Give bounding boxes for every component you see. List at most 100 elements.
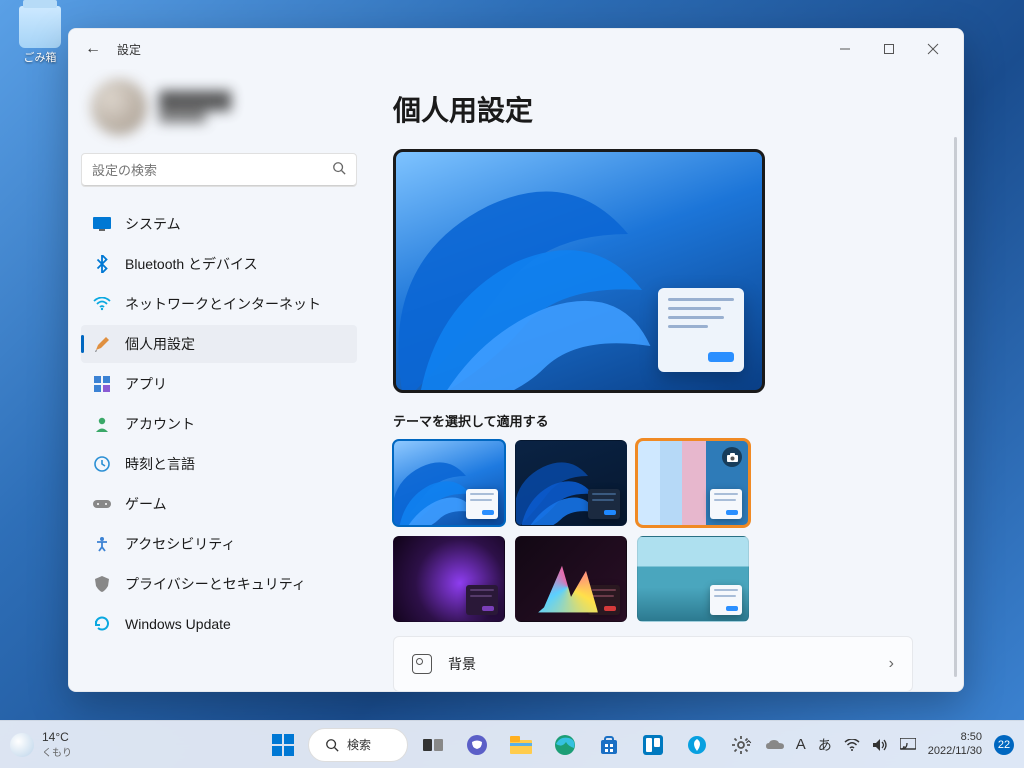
- account-icon: [93, 415, 111, 433]
- background-row[interactable]: 背景 ›: [393, 636, 913, 691]
- page-title: 個人用設定: [393, 89, 923, 129]
- search-icon: [325, 738, 339, 752]
- update-icon: [93, 615, 111, 633]
- taskbar: 14°C くもり 検索 ⌃ A あ 8:50 2022/11/30 22: [0, 720, 1024, 768]
- wallpaper-swirl-icon: [393, 150, 676, 393]
- sidebar-item-label: ゲーム: [125, 494, 167, 514]
- theme-option-4[interactable]: [393, 536, 505, 622]
- sidebar-item-network[interactable]: ネットワークとインターネット: [81, 285, 357, 323]
- wifi-icon: [93, 295, 111, 313]
- preview-window-mock: [658, 288, 744, 372]
- avatar: [91, 79, 147, 135]
- user-email: ██████: [159, 111, 231, 123]
- taskbar-app-explorer[interactable]: [502, 726, 540, 764]
- taskbar-app-chat[interactable]: [458, 726, 496, 764]
- tray-ime-mode-icon[interactable]: あ: [818, 735, 832, 755]
- tray-onedrive-icon[interactable]: [766, 739, 784, 751]
- taskbar-app-store[interactable]: [590, 726, 628, 764]
- taskbar-center: 検索: [264, 726, 760, 764]
- minimize-button[interactable]: [823, 33, 867, 65]
- taskbar-clock[interactable]: 8:50 2022/11/30: [928, 731, 982, 757]
- tray-wifi-icon[interactable]: [844, 739, 860, 751]
- taskbar-app-2[interactable]: [678, 726, 716, 764]
- bluetooth-icon: [93, 255, 111, 273]
- taskbar-app-1[interactable]: [634, 726, 672, 764]
- recycle-bin-icon: [19, 6, 61, 48]
- sidebar-item-label: ネットワークとインターネット: [125, 294, 321, 314]
- sidebar-item-time[interactable]: 時刻と言語: [81, 445, 357, 483]
- taskbar-search[interactable]: 検索: [308, 728, 408, 762]
- theme-section-label: テーマを選択して適用する: [393, 411, 923, 430]
- theme-option-1[interactable]: [393, 440, 505, 526]
- settings-window: ← 設定 ██████ ██████ システム Bluet: [68, 28, 964, 692]
- start-button[interactable]: [264, 726, 302, 764]
- titlebar: ← 設定: [69, 29, 963, 69]
- theme-preview: [393, 149, 765, 393]
- sidebar-item-bluetooth[interactable]: Bluetooth とデバイス: [81, 245, 357, 283]
- system-tray: ⌃ A あ 8:50 2022/11/30 22: [744, 731, 1014, 757]
- sidebar-item-label: プライバシーとセキュリティ: [125, 574, 306, 594]
- sidebar-item-update[interactable]: Windows Update: [81, 605, 357, 643]
- sidebar-item-apps[interactable]: アプリ: [81, 365, 357, 403]
- desktop-recycle-bin[interactable]: ごみ箱: [10, 6, 70, 65]
- taskbar-app-settings[interactable]: [722, 726, 760, 764]
- weather-widget[interactable]: 14°C くもり: [10, 730, 72, 759]
- weather-temp: 14°C: [42, 730, 72, 744]
- back-button[interactable]: ←: [77, 33, 109, 65]
- apps-icon: [93, 375, 111, 393]
- sidebar-item-privacy[interactable]: プライバシーとセキュリティ: [81, 565, 357, 603]
- sidebar-item-label: Bluetooth とデバイス: [125, 254, 258, 274]
- sidebar-item-gaming[interactable]: ゲーム: [81, 485, 357, 523]
- system-icon: [93, 215, 111, 233]
- clock-date: 2022/11/30: [928, 745, 982, 758]
- shield-icon: [93, 575, 111, 593]
- tray-volume-icon[interactable]: [872, 738, 888, 752]
- sidebar-item-personalization[interactable]: 個人用設定: [81, 325, 357, 363]
- sidebar-item-label: アクセシビリティ: [125, 534, 235, 554]
- accessibility-icon: [93, 535, 111, 553]
- user-profile[interactable]: ██████ ██████: [81, 69, 357, 153]
- sidebar: ██████ ██████ システム Bluetooth とデバイス ネットワー…: [69, 69, 369, 691]
- sidebar-item-label: 個人用設定: [125, 334, 195, 354]
- sidebar-item-accessibility[interactable]: アクセシビリティ: [81, 525, 357, 563]
- notification-badge[interactable]: 22: [994, 735, 1014, 755]
- content: 個人用設定 テーマを選択して適用する: [369, 69, 963, 691]
- tray-ime-a-icon[interactable]: A: [796, 736, 806, 753]
- theme-option-2[interactable]: [515, 440, 627, 526]
- sidebar-item-label: Windows Update: [125, 616, 231, 632]
- nav: システム Bluetooth とデバイス ネットワークとインターネット 個人用設…: [81, 205, 357, 643]
- clock-icon: [93, 455, 111, 473]
- close-button[interactable]: [911, 33, 955, 65]
- sidebar-item-label: アカウント: [125, 414, 195, 434]
- theme-option-5[interactable]: [515, 536, 627, 622]
- chevron-right-icon: ›: [889, 655, 894, 673]
- clock-time: 8:50: [928, 731, 982, 744]
- sidebar-item-system[interactable]: システム: [81, 205, 357, 243]
- task-view-button[interactable]: [414, 726, 452, 764]
- search-input[interactable]: [92, 163, 332, 178]
- theme-option-3[interactable]: [637, 440, 749, 526]
- tray-cast-icon[interactable]: [900, 738, 916, 751]
- brush-icon: [93, 335, 111, 353]
- sidebar-item-label: 時刻と言語: [125, 454, 195, 474]
- sidebar-item-label: アプリ: [125, 374, 167, 394]
- scrollbar[interactable]: [954, 137, 957, 677]
- taskbar-search-label: 検索: [347, 736, 371, 753]
- sidebar-item-label: システム: [125, 214, 181, 234]
- maximize-button[interactable]: [867, 33, 911, 65]
- search-box[interactable]: [81, 153, 357, 187]
- gamepad-icon: [93, 495, 111, 513]
- weather-cond: くもり: [42, 744, 72, 759]
- window-title: 設定: [117, 41, 141, 58]
- camera-icon: [722, 447, 742, 467]
- search-icon: [332, 161, 346, 180]
- weather-icon: [10, 733, 34, 757]
- taskbar-app-edge[interactable]: [546, 726, 584, 764]
- user-name: ██████: [159, 91, 231, 111]
- theme-grid: [393, 440, 749, 622]
- sidebar-item-accounts[interactable]: アカウント: [81, 405, 357, 443]
- image-icon: [412, 654, 432, 674]
- background-label: 背景: [448, 654, 476, 674]
- recycle-bin-label: ごみ箱: [10, 49, 70, 65]
- theme-option-6[interactable]: [637, 536, 749, 622]
